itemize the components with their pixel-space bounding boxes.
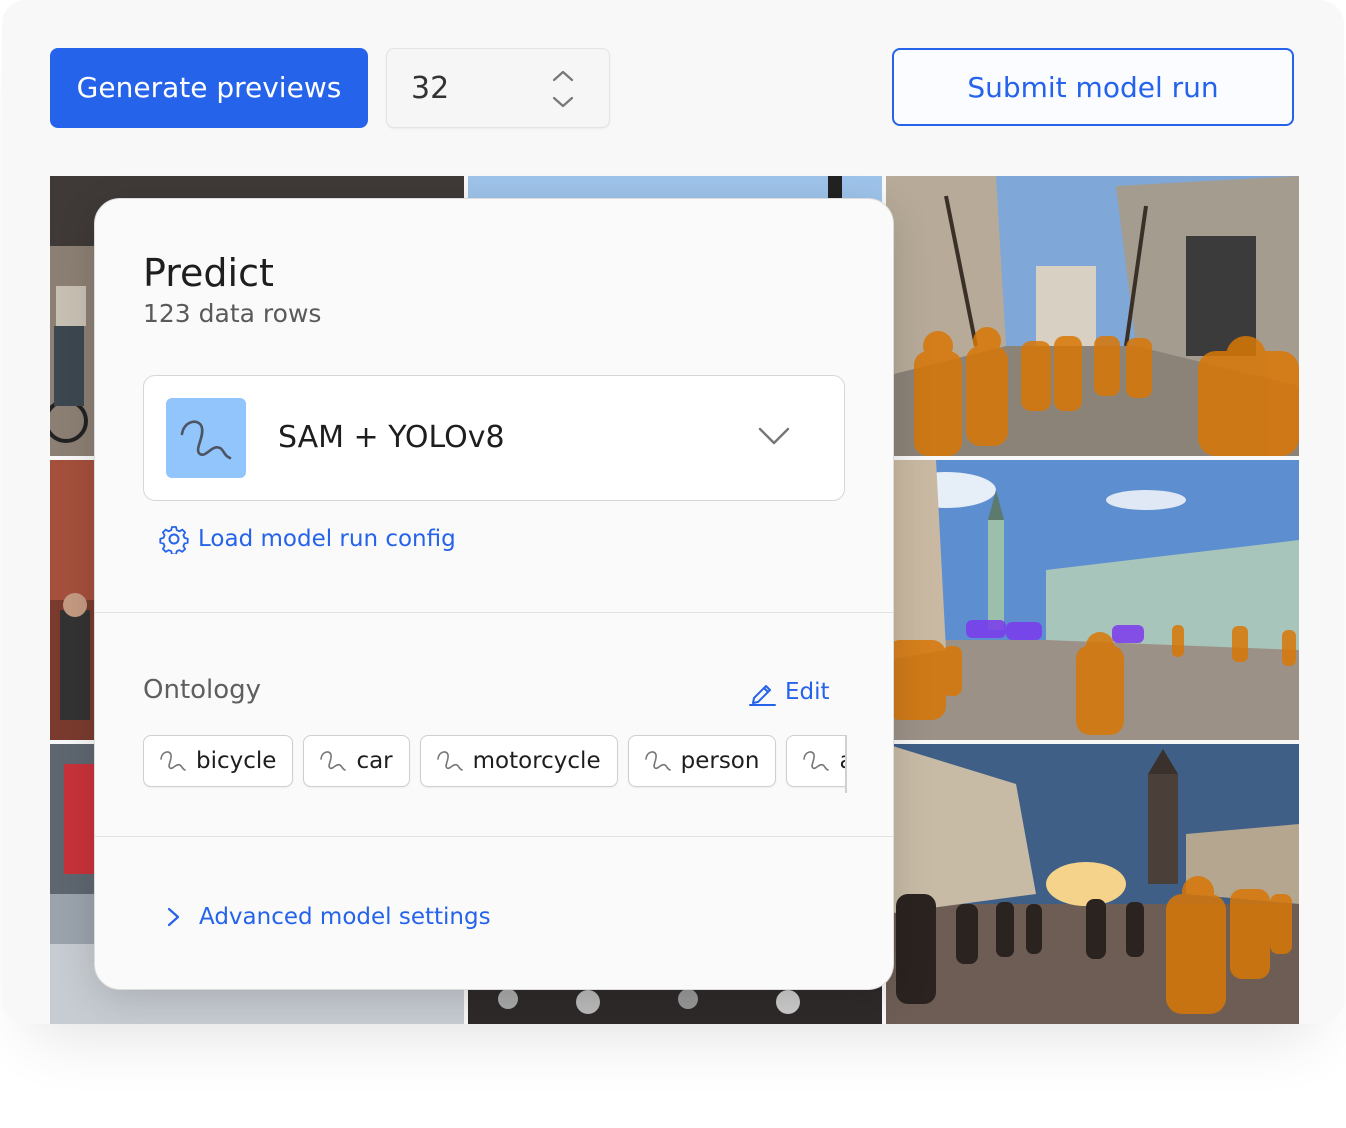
chip-label: car [356,748,393,774]
class-scribble-icon [644,751,671,771]
advanced-settings-toggle[interactable]: Advanced model settings [165,899,491,935]
load-config-label: Load model run config [198,526,456,552]
preview-image[interactable] [886,460,1299,740]
model-select[interactable]: SAM + YOLOv8 [143,375,845,501]
panel-title: Predict [143,251,274,295]
stepper-arrows-icon[interactable] [551,69,575,109]
class-scribble-icon [803,751,830,771]
class-scribble-icon [160,751,186,771]
preview-count-value: 32 [411,71,450,106]
chip-label: a [839,748,845,774]
model-name: SAM + YOLOv8 [278,420,505,455]
divider [95,612,893,613]
model-scribble-icon [166,398,246,478]
divider [95,836,893,837]
model-run-card: Generate previews 32 Submit model run Pr… [2,0,1344,1024]
chip-label: motorcycle [472,748,601,774]
edit-label: Edit [785,679,830,705]
ontology-chip[interactable]: person [627,735,777,787]
toolbar: Generate previews 32 Submit model run [2,0,1344,170]
ontology-chip[interactable]: motorcycle [419,735,618,787]
ontology-chip[interactable]: car [303,735,410,787]
chevron-down-icon[interactable] [758,426,790,446]
predict-panel: Predict 123 data rows SAM + YOLOv8 Load … [94,198,894,990]
class-scribble-icon [436,751,463,771]
ontology-chip[interactable]: bicycle [143,735,294,787]
generate-previews-button[interactable]: Generate previews [50,48,368,128]
edit-ontology-link[interactable]: Edit [747,675,830,709]
preview-image[interactable] [886,744,1299,1024]
ontology-chips: bicycle car motorcycle person a [143,735,847,793]
chevron-right-icon [167,907,180,927]
advanced-settings-label: Advanced model settings [199,904,491,930]
chip-label: person [680,748,760,774]
class-scribble-icon [320,751,347,771]
data-row-count: 123 data rows [143,299,322,328]
pencil-icon [749,685,776,706]
ontology-chip[interactable]: a [786,735,845,787]
preview-image[interactable] [886,176,1299,456]
chip-label: bicycle [196,748,277,774]
ontology-label: Ontology [143,675,262,705]
preview-count-stepper[interactable]: 32 [386,48,610,128]
submit-model-run-button[interactable]: Submit model run [892,48,1294,126]
gear-icon [159,526,189,554]
load-config-link[interactable]: Load model run config [159,521,456,557]
ontology-chip-list: bicycle car motorcycle person a [143,735,845,787]
